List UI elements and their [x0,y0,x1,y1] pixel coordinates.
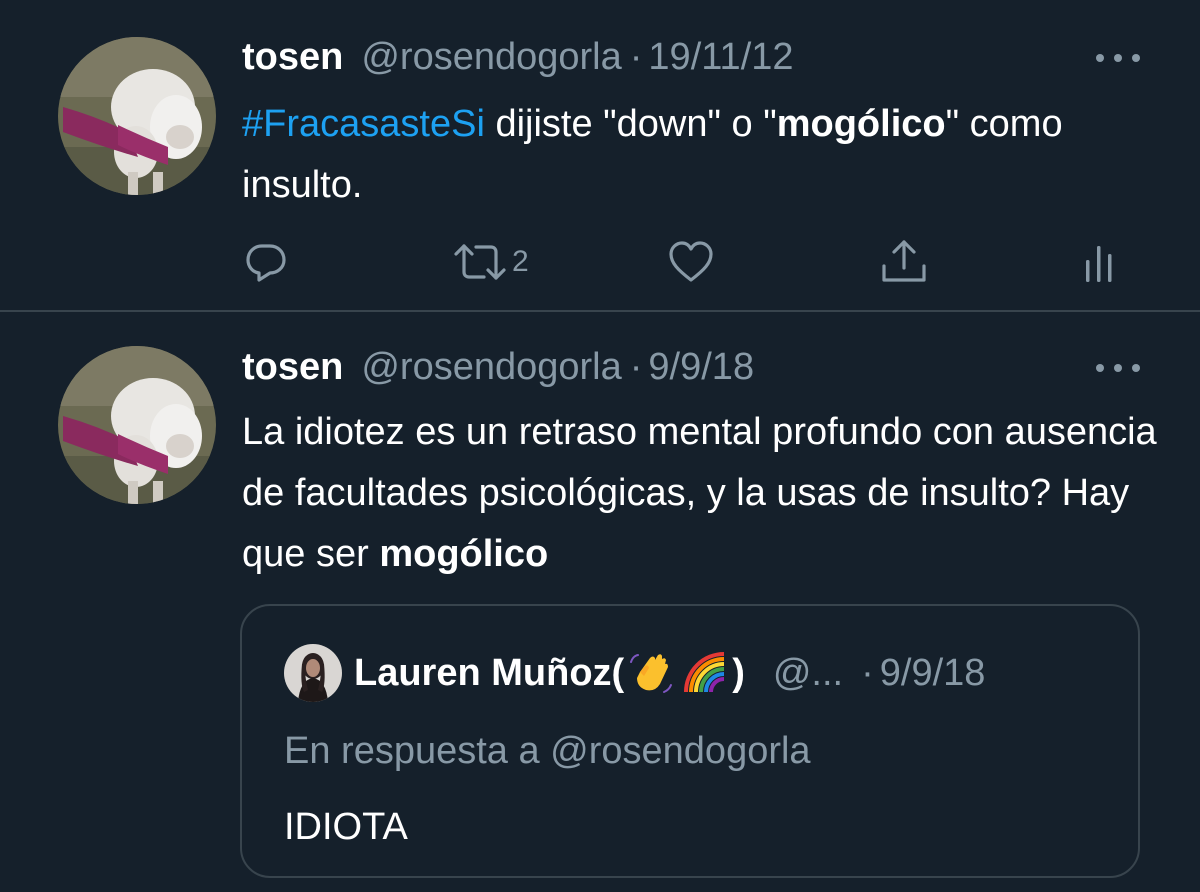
quoted-tweet[interactable]: Lauren Muñoz( ) @... · 9/9/18 En respues [240,604,1140,878]
author-handle[interactable]: @rosendogorla [361,344,621,390]
tweet-text-bold: mogólico [379,533,549,575]
replying-to[interactable]: En respuesta a @rosendogorla [284,728,811,774]
avatar[interactable] [58,346,216,504]
tweet-text-part: dijiste "down" o " [484,103,777,145]
share-button[interactable] [880,234,928,290]
more-icon[interactable] [1096,358,1140,378]
avatar[interactable] [58,37,216,195]
separator: · [629,36,643,78]
tweet-actions: 2 [0,234,1200,290]
analytics-icon [1084,240,1114,284]
tweet-text: #FracasasteSi dijiste "down" o "mogólico… [242,94,1162,216]
author-handle[interactable]: @rosendogorla [361,34,621,80]
share-icon [880,238,928,286]
tweet-text-bold: mogólico [776,103,946,145]
tweet-header: tosen @rosendogorla · 19/11/12 [242,34,794,80]
more-icon[interactable] [1096,48,1140,68]
hashtag-link[interactable]: #FracasasteSi [242,103,485,145]
like-icon [668,240,714,284]
separator: · [861,652,874,694]
tweet-date[interactable]: 19/11/12 [648,34,793,80]
separator: · [629,346,643,388]
author-name[interactable]: tosen [242,344,343,390]
analytics-button[interactable] [1084,234,1114,290]
tweet-text: La idiotez es un retraso mental profundo… [242,402,1162,585]
author-name[interactable]: tosen [242,34,343,80]
reply-button[interactable] [244,234,288,290]
like-button[interactable] [668,234,714,290]
quoted-author-name[interactable]: Lauren Muñoz( [354,650,624,696]
retweet-button[interactable]: 2 [452,234,529,290]
retweet-count: 2 [512,245,529,278]
tweet[interactable]: tosen @rosendogorla · 19/11/12 #Fracasas… [0,0,1200,310]
quoted-header: Lauren Muñoz( ) @... · 9/9/18 [354,650,985,696]
quoted-text: IDIOTA [284,806,408,848]
waving-hand-icon [628,650,674,696]
quoted-avatar[interactable] [284,644,342,702]
quoted-author-name-close: ) [732,652,745,694]
rainbow-icon [682,650,728,696]
reply-icon [244,240,288,284]
retweet-icon [452,240,508,284]
quoted-author-handle[interactable]: @... [773,650,843,696]
tweet-header: tosen @rosendogorla · 9/9/18 [242,344,754,390]
tweet-date[interactable]: 9/9/18 [648,344,754,390]
quoted-date[interactable]: 9/9/18 [880,650,986,696]
